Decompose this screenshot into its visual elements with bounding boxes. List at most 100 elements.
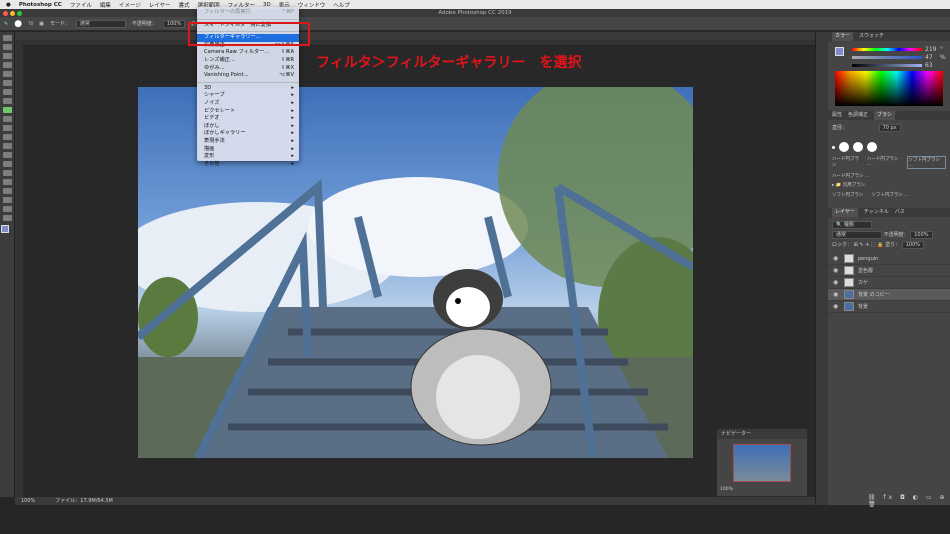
eye-icon[interactable]: ◉ — [833, 279, 840, 286]
shape-tool-icon[interactable] — [2, 197, 12, 203]
menu-help[interactable]: ヘルプ — [333, 1, 350, 9]
blend-mode-select[interactable]: 通常 — [832, 231, 882, 239]
zoom-tool-icon[interactable] — [2, 215, 12, 221]
submenu-stylize[interactable]: 表現手法 ▸ — [197, 138, 299, 146]
layer-row[interactable]: ◉ カゲ — [828, 277, 950, 289]
marquee-tool-icon[interactable] — [2, 44, 12, 50]
healing-tool-icon[interactable] — [2, 98, 12, 104]
lock-icons[interactable]: ⊞ ✎ ✛ ⬚ 🔒 — [854, 242, 884, 248]
layer-opacity-input[interactable]: 100% — [910, 231, 933, 239]
menu-item-lens-correction[interactable]: レンズ補正... ⇧⌘R — [197, 57, 299, 65]
eye-icon[interactable]: ◉ — [833, 303, 840, 310]
menu-window[interactable]: ウィンドウ — [298, 1, 326, 9]
tab-adjustments[interactable]: 色調補正 — [848, 111, 868, 120]
tab-layers[interactable]: レイヤー — [832, 208, 858, 217]
menu-type[interactable]: 書式 — [179, 1, 190, 9]
brightness-slider[interactable] — [852, 64, 922, 67]
tab-brushes[interactable]: ブラシ — [874, 111, 895, 120]
lasso-tool-icon[interactable] — [2, 53, 12, 59]
stamp-tool-icon[interactable] — [2, 116, 12, 122]
document-tab[interactable] — [15, 32, 815, 40]
eye-icon[interactable]: ◉ — [833, 255, 840, 262]
brightness-value[interactable]: 63 — [925, 62, 933, 69]
submenu-distort[interactable]: 変形 ▸ — [197, 153, 299, 161]
brush-group[interactable]: ▸ 📁 汎用ブラシ — [832, 182, 946, 188]
eyedropper-tool-icon[interactable] — [2, 89, 12, 95]
tab-swatches[interactable]: スウォッチ — [859, 32, 884, 41]
apple-icon[interactable]: ● — [6, 2, 11, 8]
type-tool-icon[interactable] — [2, 179, 12, 185]
quick-select-tool-icon[interactable] — [2, 62, 12, 68]
menu-edit[interactable]: 編集 — [100, 1, 111, 9]
layer-row[interactable]: ◉ 背景 のコピー — [828, 289, 950, 301]
tab-paths[interactable]: パス — [895, 208, 905, 217]
hue-value[interactable]: 219 — [925, 46, 936, 53]
fill-input[interactable]: 100% — [901, 241, 924, 249]
submenu-other[interactable]: その他 ▸ — [197, 161, 299, 169]
blur-tool-icon[interactable] — [2, 152, 12, 158]
brush-tool-icon[interactable] — [2, 107, 12, 113]
menu-item-liquify[interactable]: ゆがみ... ⇧⌘X — [197, 65, 299, 73]
tab-color[interactable]: カラー — [832, 32, 854, 41]
navigator-zoom[interactable]: 100% — [717, 487, 807, 492]
minimize-button[interactable] — [10, 11, 15, 16]
menu-item-vanishing-point[interactable]: Vanishing Point... ⌥⌘V — [197, 72, 299, 80]
status-zoom[interactable]: 100% — [21, 497, 35, 505]
pen-tool-icon[interactable] — [2, 170, 12, 176]
submenu-sharpen[interactable]: シャープ ▸ — [197, 92, 299, 100]
eraser-tool-icon[interactable] — [2, 134, 12, 140]
opacity-input[interactable]: 100% — [162, 19, 186, 28]
layer-row[interactable]: ◉ penguin — [828, 253, 950, 265]
path-select-tool-icon[interactable] — [2, 188, 12, 194]
menu-image[interactable]: イメージ — [119, 1, 141, 9]
brush-preset[interactable]: ハード円ブラシ — [832, 156, 863, 169]
tab-properties[interactable]: 属性 — [832, 111, 842, 120]
menu-item-camera-raw[interactable]: Camera Raw フィルター... ⇧⌘A — [197, 49, 299, 57]
brush-preset[interactable]: ソフト円ブラシ ... — [907, 156, 947, 169]
app-name[interactable]: Photoshop CC — [19, 2, 62, 8]
brush-preset[interactable]: ハード円ブラシ ... — [832, 173, 946, 179]
foreground-color[interactable] — [835, 47, 844, 56]
menu-layer[interactable]: レイヤー — [149, 1, 171, 9]
layer-row[interactable]: ◉ 背景 — [828, 301, 950, 313]
submenu-noise[interactable]: ノイズ ▸ — [197, 100, 299, 108]
dodge-tool-icon[interactable] — [2, 161, 12, 167]
brush-tip[interactable] — [839, 142, 849, 152]
hand-tool-icon[interactable] — [2, 206, 12, 212]
size-input[interactable]: 70 px — [878, 124, 901, 132]
brush-preset[interactable]: ハード円ブラシ ... — [867, 156, 904, 169]
tab-channels[interactable]: チャンネル — [864, 208, 889, 217]
menu-file[interactable]: ファイル — [70, 1, 92, 9]
move-tool-icon[interactable] — [2, 35, 12, 41]
zoom-button[interactable] — [17, 11, 22, 16]
saturation-value[interactable]: 47 — [925, 54, 933, 61]
color-spectrum[interactable] — [835, 71, 943, 106]
hue-slider[interactable] — [852, 48, 922, 51]
brush-settings-icon[interactable]: ▣ — [39, 21, 44, 27]
color-swatches[interactable] — [1, 225, 13, 237]
gradient-tool-icon[interactable] — [2, 143, 12, 149]
brush-tip[interactable] — [853, 142, 863, 152]
eye-icon[interactable]: ◉ — [833, 267, 840, 274]
close-button[interactable] — [3, 11, 8, 16]
history-brush-tool-icon[interactable] — [2, 125, 12, 131]
brush-preset[interactable]: ソフト円ブラシ ... — [871, 192, 908, 198]
frame-tool-icon[interactable] — [2, 80, 12, 86]
layer-row[interactable]: ◉ 塗色層 — [828, 265, 950, 277]
brush-tip[interactable] — [867, 142, 877, 152]
saturation-slider[interactable] — [852, 56, 922, 59]
submenu-video[interactable]: ビデオ ▸ — [197, 115, 299, 123]
crop-tool-icon[interactable] — [2, 71, 12, 77]
menu-item-repeat-filter[interactable]: フィルターの再実行 ^⌘F — [197, 9, 299, 17]
brush-tool-icon[interactable]: ✎ — [4, 21, 8, 27]
navigator-preview[interactable] — [733, 444, 791, 482]
brush-tip[interactable] — [832, 145, 835, 149]
submenu-blur-gallery[interactable]: ぼかしギャラリー ▸ — [197, 130, 299, 138]
submenu-pixelate[interactable]: ピクセレート ▸ — [197, 108, 299, 116]
layer-actions[interactable]: ⛓ fx ◘ ◐ ▭ ⊕ 🗑 — [868, 494, 950, 508]
layer-filter-select[interactable]: 🔍 種類 — [832, 221, 872, 229]
submenu-render[interactable]: 描画 ▸ — [197, 146, 299, 154]
brush-preset[interactable]: ソフト円ブラシ — [832, 192, 863, 198]
mode-select[interactable]: 通常 — [75, 19, 126, 28]
eye-icon[interactable]: ◉ — [833, 291, 840, 298]
